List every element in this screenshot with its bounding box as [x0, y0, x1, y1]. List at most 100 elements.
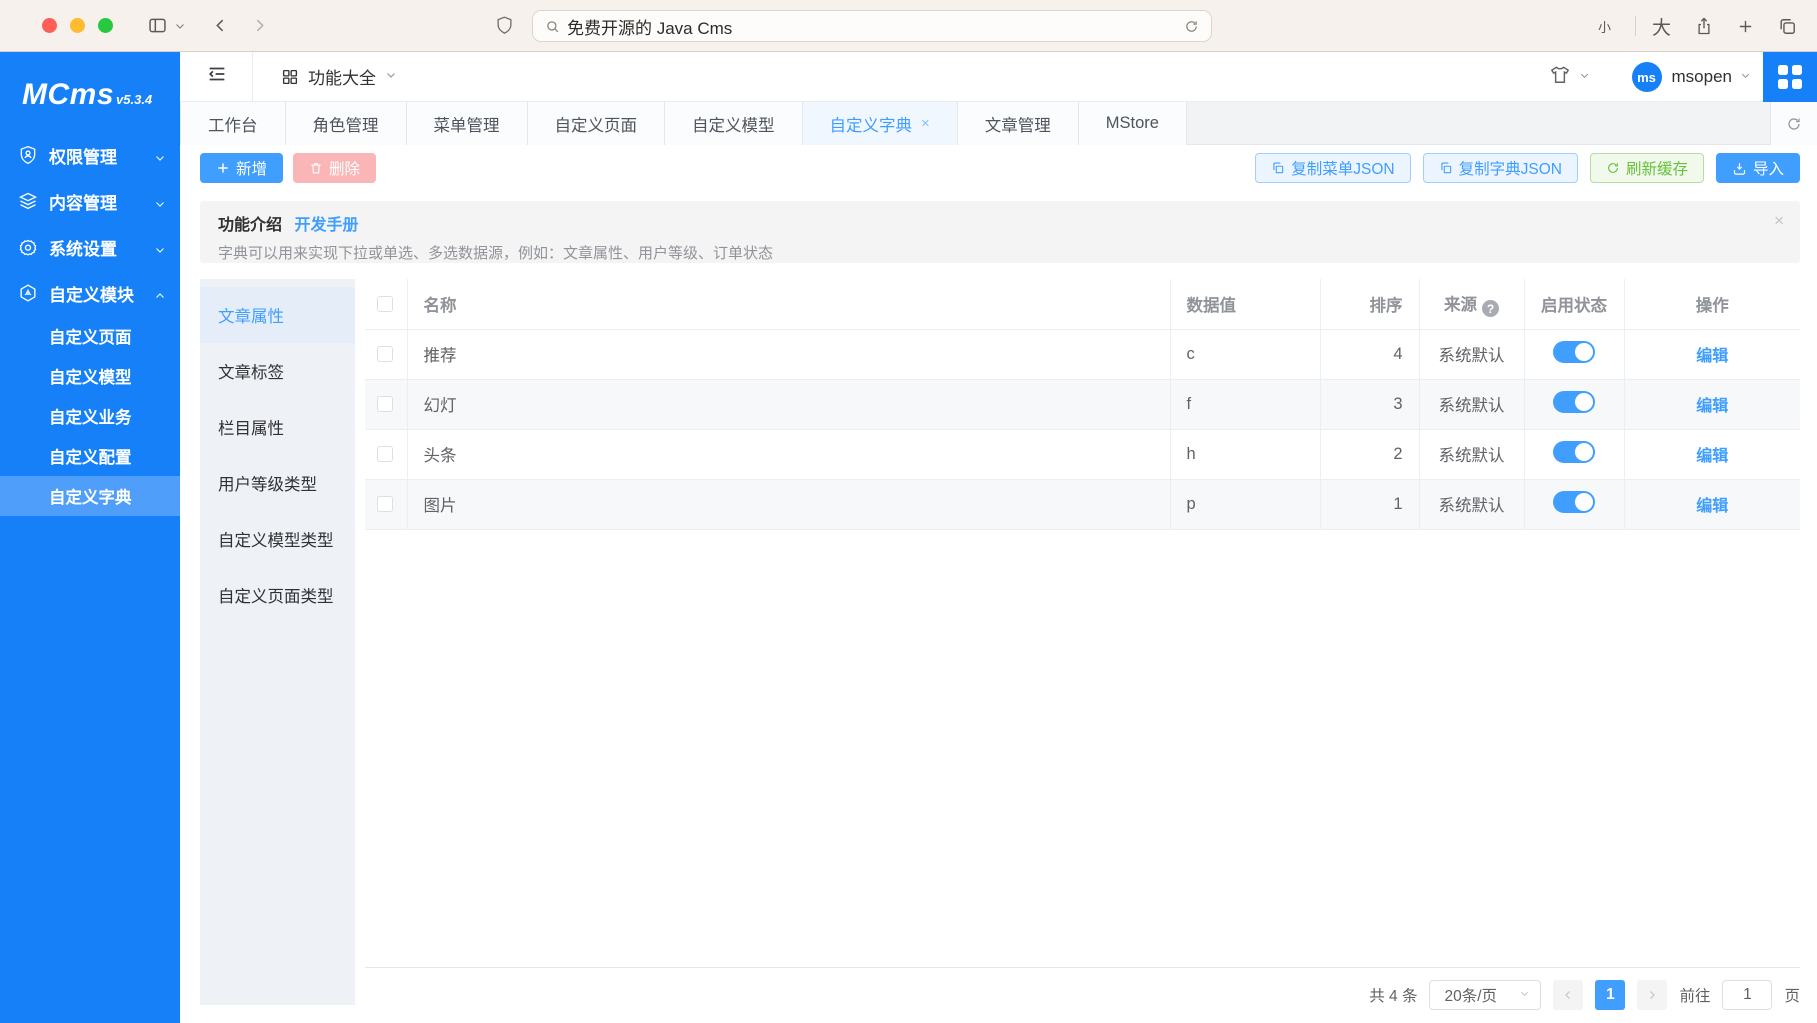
share-icon[interactable] — [1695, 16, 1713, 36]
text-larger-button[interactable]: 大 — [1652, 13, 1671, 40]
dict-table: 名称 数据值 排序 来源? 启用状态 操作 — [365, 279, 1800, 968]
add-button[interactable]: 新增 — [200, 153, 283, 183]
minimize-window-button[interactable] — [70, 18, 85, 33]
chevron-down-icon — [1519, 986, 1530, 1004]
close-banner-icon[interactable]: × — [1774, 211, 1784, 231]
tab-custom-page[interactable]: 自定义页面 — [528, 102, 666, 145]
row-checkbox[interactable] — [377, 496, 393, 512]
theme-tshirt-icon[interactable] — [1549, 65, 1571, 90]
enabled-toggle[interactable] — [1553, 391, 1595, 413]
tab-articles[interactable]: 文章管理 — [958, 102, 1079, 145]
goto-page-input[interactable] — [1722, 980, 1772, 1010]
zoom-window-button[interactable] — [98, 18, 113, 33]
sidebar-item-custom-modules[interactable]: 自定义模块 — [0, 270, 180, 316]
refresh-tab-button[interactable] — [1770, 102, 1817, 145]
tab-overview-icon[interactable] — [1778, 17, 1797, 36]
chevron-down-icon — [154, 149, 166, 161]
enabled-toggle[interactable] — [1553, 491, 1595, 513]
cell-sort: 4 — [1320, 329, 1419, 379]
import-button[interactable]: 导入 — [1716, 153, 1800, 183]
dict-nav-custom-model-type[interactable]: 自定义模型类型 — [200, 511, 355, 567]
col-value: 数据值 — [1170, 279, 1320, 329]
dict-nav-user-level[interactable]: 用户等级类型 — [200, 455, 355, 511]
back-button[interactable] — [212, 17, 229, 34]
row-checkbox[interactable] — [377, 446, 393, 462]
table-row: 图片 p 1 系统默认 编辑 — [365, 479, 1800, 529]
reload-icon[interactable] — [1184, 19, 1199, 34]
enabled-toggle[interactable] — [1553, 441, 1595, 463]
help-icon[interactable]: ? — [1482, 300, 1499, 317]
toggle-knob — [1575, 343, 1593, 361]
dict-nav-article-attr[interactable]: 文章属性 — [200, 287, 355, 343]
chevron-down-icon — [385, 68, 397, 86]
sidebar-item-permissions[interactable]: 权限管理 — [0, 132, 180, 178]
function-menu-button[interactable]: 功能大全 — [281, 64, 397, 89]
dict-type-nav: 文章属性 文章标签 栏目属性 用户等级类型 自定义模型类型 自定义页面类型 — [200, 279, 355, 1005]
tab-label: 自定义页面 — [555, 112, 638, 136]
chevron-down-icon[interactable] — [1579, 68, 1590, 86]
header-divider — [252, 52, 253, 102]
sidebar-subitem-custom-config[interactable]: 自定义配置 — [0, 436, 180, 476]
toggle-knob — [1575, 393, 1593, 411]
browser-sidebar-icon[interactable] — [147, 15, 168, 36]
import-button-label: 导入 — [1753, 157, 1784, 179]
prev-page-button[interactable] — [1553, 980, 1583, 1010]
refresh-cache-button[interactable]: 刷新缓存 — [1590, 153, 1704, 183]
dev-manual-link[interactable]: 开发手册 — [294, 217, 358, 234]
edit-link[interactable]: 编辑 — [1696, 398, 1728, 415]
dict-nav-custom-page-type[interactable]: 自定义页面类型 — [200, 567, 355, 623]
sidebar-subitem-custom-model[interactable]: 自定义模型 — [0, 356, 180, 396]
edit-link[interactable]: 编辑 — [1696, 348, 1728, 365]
app-logo: MCms v5.3.4 — [0, 52, 180, 132]
row-checkbox[interactable] — [377, 396, 393, 412]
sidebar-item-settings[interactable]: 系统设置 — [0, 224, 180, 270]
dict-nav-article-tag[interactable]: 文章标签 — [200, 343, 355, 399]
cell-value: c — [1170, 329, 1320, 379]
cell-name: 图片 — [407, 479, 1170, 529]
current-page-button[interactable]: 1 — [1595, 980, 1625, 1010]
gear-icon — [18, 237, 38, 257]
sidebar-subitem-label: 自定义字典 — [49, 484, 132, 508]
app-grid-button[interactable] — [1763, 52, 1817, 102]
user-avatar[interactable]: ms — [1632, 62, 1662, 92]
tab-custom-dict[interactable]: 自定义字典 × — [803, 102, 958, 145]
text-smaller-button[interactable]: 小 — [1598, 17, 1611, 36]
dict-nav-category-attr[interactable]: 栏目属性 — [200, 399, 355, 455]
col-enabled: 启用状态 — [1524, 279, 1624, 329]
close-tab-icon[interactable]: × — [921, 115, 930, 132]
forward-button[interactable] — [251, 17, 268, 34]
address-bar[interactable]: 免费开源的 Java Cms — [532, 10, 1212, 42]
copy-dict-json-button[interactable]: 复制字典JSON — [1423, 153, 1578, 183]
new-tab-icon[interactable] — [1737, 18, 1754, 35]
tab-roles[interactable]: 角色管理 — [286, 102, 407, 145]
logo-text: MCms — [22, 78, 114, 112]
sidebar-subitem-custom-dict[interactable]: 自定义字典 — [0, 476, 180, 516]
sidebar-subitem-custom-page[interactable]: 自定义页面 — [0, 316, 180, 356]
row-checkbox[interactable] — [377, 346, 393, 362]
tab-menus[interactable]: 菜单管理 — [407, 102, 528, 145]
delete-button-label: 删除 — [329, 157, 360, 179]
collapse-sidebar-icon[interactable] — [206, 63, 228, 90]
copy-menu-json-button[interactable]: 复制菜单JSON — [1255, 153, 1410, 183]
chevron-down-icon[interactable] — [1740, 68, 1751, 86]
chevron-down-icon[interactable] — [174, 20, 186, 32]
toolbar-right: 复制菜单JSON 复制字典JSON 刷新缓存 导入 — [1255, 153, 1800, 183]
tab-label: 角色管理 — [313, 112, 379, 136]
goto-label: 前往 — [1679, 984, 1710, 1006]
tab-workbench[interactable]: 工作台 — [180, 102, 286, 145]
tab-mstore[interactable]: MStore — [1079, 102, 1187, 145]
next-page-button[interactable] — [1637, 980, 1667, 1010]
tab-custom-model[interactable]: 自定义模型 — [665, 102, 803, 145]
close-window-button[interactable] — [42, 18, 57, 33]
privacy-shield-icon[interactable] — [496, 15, 513, 35]
enabled-toggle[interactable] — [1553, 341, 1595, 363]
delete-button[interactable]: 删除 — [293, 153, 376, 183]
select-all-checkbox[interactable] — [377, 296, 393, 312]
hexagon-module-icon — [18, 283, 38, 303]
page: 免费开源的 Java Cms 小 大 MCms v5.3.4 — [0, 0, 1817, 1023]
sidebar-subitem-custom-business[interactable]: 自定义业务 — [0, 396, 180, 436]
edit-link[interactable]: 编辑 — [1696, 498, 1728, 515]
edit-link[interactable]: 编辑 — [1696, 448, 1728, 465]
sidebar-item-content[interactable]: 内容管理 — [0, 178, 180, 224]
page-size-select[interactable]: 20条/页 — [1429, 980, 1541, 1010]
